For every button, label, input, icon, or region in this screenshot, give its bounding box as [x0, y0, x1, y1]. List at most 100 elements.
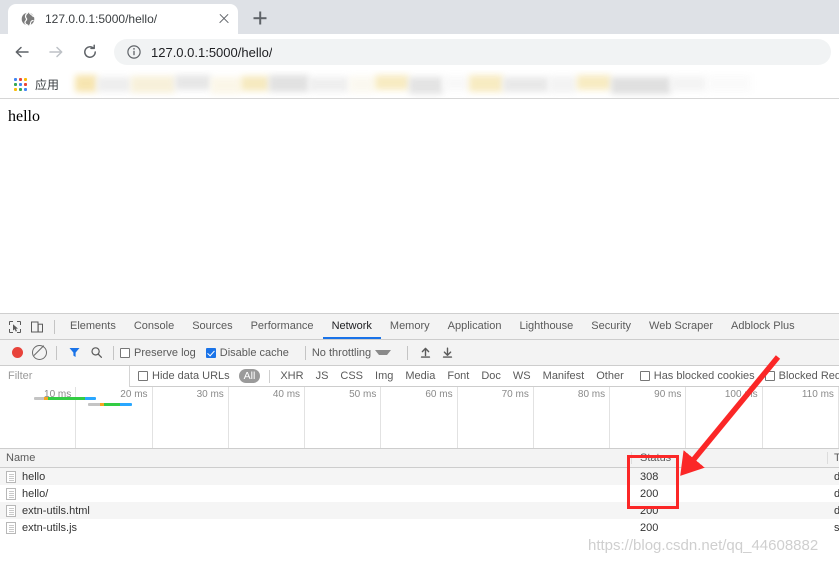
type-filter-doc[interactable]: Doc — [481, 370, 501, 382]
bookmark-item[interactable] — [175, 75, 212, 90]
chevron-down-icon[interactable] — [375, 350, 392, 355]
column-header-type[interactable]: Ty — [828, 452, 839, 464]
forward-arrow-icon[interactable] — [42, 38, 70, 66]
bookmark-item[interactable] — [707, 75, 752, 92]
type-filter-font[interactable]: Font — [447, 370, 469, 382]
cell-name: hello — [0, 470, 632, 483]
divider — [113, 345, 114, 360]
record-icon[interactable] — [6, 342, 28, 364]
bookmark-item[interactable] — [97, 77, 132, 92]
type-filter-img[interactable]: Img — [375, 370, 393, 382]
cell-name: extn-utils.html — [0, 504, 632, 517]
browser-tab[interactable]: 127.0.0.1:5000/hello/ — [8, 4, 238, 34]
disable-cache-label: Disable cache — [219, 346, 289, 359]
document-icon — [6, 487, 16, 500]
table-row[interactable]: extn-utils.html 200 d — [0, 502, 839, 519]
bookmark-items[interactable] — [73, 74, 833, 94]
request-name: extn-utils.js — [22, 521, 78, 534]
apps-label[interactable]: 应用 — [35, 76, 59, 93]
divider — [304, 345, 306, 360]
table-row[interactable]: extn-utils.js 200 s — [0, 519, 839, 536]
blocked-requests-label: Blocked Requests — [778, 370, 839, 382]
column-header-status[interactable]: Status — [632, 452, 828, 464]
bookmarks-bar: 应用 — [0, 70, 839, 99]
inspect-element-icon[interactable] — [4, 316, 26, 338]
devtools-tab-lighthouse[interactable]: Lighthouse — [510, 314, 582, 339]
type-filter-js[interactable]: JS — [316, 370, 329, 382]
device-toolbar-icon[interactable] — [26, 316, 48, 338]
type-filter-css[interactable]: CSS — [340, 370, 363, 382]
bookmark-item[interactable] — [211, 77, 242, 94]
devtools-tab-network[interactable]: Network — [322, 314, 381, 339]
import-har-icon[interactable] — [414, 342, 436, 364]
preserve-log-checkbox[interactable] — [120, 347, 130, 358]
export-har-icon[interactable] — [436, 342, 458, 364]
document-icon — [6, 470, 16, 483]
disable-cache-checkbox[interactable] — [205, 347, 216, 358]
bookmark-item[interactable] — [241, 76, 270, 91]
bookmark-item[interactable] — [409, 77, 444, 94]
info-circle-icon[interactable] — [126, 44, 142, 60]
clear-icon[interactable] — [28, 342, 50, 364]
throttling-select[interactable]: No throttling — [312, 347, 371, 359]
bookmark-item[interactable] — [549, 76, 578, 93]
type-filter-ws[interactable]: WS — [513, 370, 531, 382]
apps-grid-icon[interactable] — [12, 76, 28, 92]
back-arrow-icon[interactable] — [8, 38, 36, 66]
devtools-tab-sources[interactable]: Sources — [183, 314, 241, 339]
bookmark-item[interactable] — [469, 75, 504, 92]
tab-title: 127.0.0.1:5000/hello/ — [45, 12, 158, 26]
network-requests-table: Name Status Ty hello308dhello/200dextn-u… — [0, 449, 839, 536]
has-blocked-cookies-label: Has blocked cookies — [653, 370, 755, 382]
devtools-tab-performance[interactable]: Performance — [242, 314, 323, 339]
page-viewport: hello — [0, 99, 839, 314]
bookmark-item[interactable] — [671, 76, 708, 91]
new-tab-icon[interactable] — [246, 4, 274, 32]
devtools-tab-console[interactable]: Console — [125, 314, 183, 339]
table-row[interactable]: hello/200 d — [0, 485, 839, 502]
type-filter-manifest[interactable]: Manifest — [543, 370, 585, 382]
bookmark-item[interactable] — [375, 75, 410, 90]
preserve-log-label: Preserve log — [134, 346, 196, 359]
type-filter-all[interactable]: All — [238, 369, 261, 383]
cell-status: 308 — [640, 470, 659, 483]
hide-data-urls-checkbox[interactable] — [138, 371, 148, 381]
reload-icon[interactable] — [76, 38, 104, 66]
bookmark-item[interactable] — [577, 75, 612, 90]
request-name: hello/ — [22, 487, 49, 500]
type-filter-other[interactable]: Other — [596, 370, 624, 382]
bookmark-item[interactable] — [611, 77, 672, 94]
devtools-tab-application[interactable]: Application — [439, 314, 511, 339]
search-icon[interactable] — [85, 342, 107, 364]
close-icon[interactable] — [216, 11, 232, 27]
bookmark-item[interactable] — [443, 76, 470, 91]
devtools-tab-memory[interactable]: Memory — [381, 314, 439, 339]
bookmark-item[interactable] — [269, 75, 310, 92]
request-name: hello — [22, 470, 46, 483]
type-filter-media[interactable]: Media — [405, 370, 435, 382]
filter-input[interactable]: Filter — [0, 365, 130, 387]
devtools-tab-adblock-plus[interactable]: Adblock Plus — [722, 314, 804, 339]
network-overview[interactable]: 10 ms 20 ms 30 ms 40 ms 50 ms 60 ms 70 ms 80 ms… — [0, 387, 839, 449]
address-bar[interactable]: 127.0.0.1:5000/hello/ — [114, 39, 831, 65]
cell-type: s — [834, 521, 839, 534]
cell-type: d — [834, 470, 839, 483]
table-row[interactable]: hello 308 d — [0, 468, 839, 485]
type-filter-xhr[interactable]: XHR — [280, 370, 303, 382]
bookmark-item[interactable] — [309, 77, 350, 92]
bookmark-item[interactable] — [75, 75, 98, 92]
devtools-panel: Elements Console Sources Performance Network… — [0, 314, 839, 536]
bookmark-item[interactable] — [349, 76, 376, 93]
column-header-name[interactable]: Name — [0, 452, 632, 464]
filter-funnel-icon[interactable] — [63, 342, 85, 364]
document-icon — [6, 521, 16, 534]
blocked-requests-checkbox[interactable] — [764, 371, 775, 381]
table-header-row: Name Status Ty — [0, 449, 839, 468]
bookmark-item[interactable] — [131, 76, 176, 93]
devtools-tab-security[interactable]: Security — [582, 314, 640, 339]
devtools-tab-web-scraper[interactable]: Web Scraper — [640, 314, 722, 339]
bookmark-item[interactable] — [503, 77, 550, 92]
cell-name: extn-utils.js — [0, 521, 632, 534]
has-blocked-cookies-checkbox[interactable] — [639, 371, 650, 381]
devtools-tab-elements[interactable]: Elements — [61, 314, 125, 339]
